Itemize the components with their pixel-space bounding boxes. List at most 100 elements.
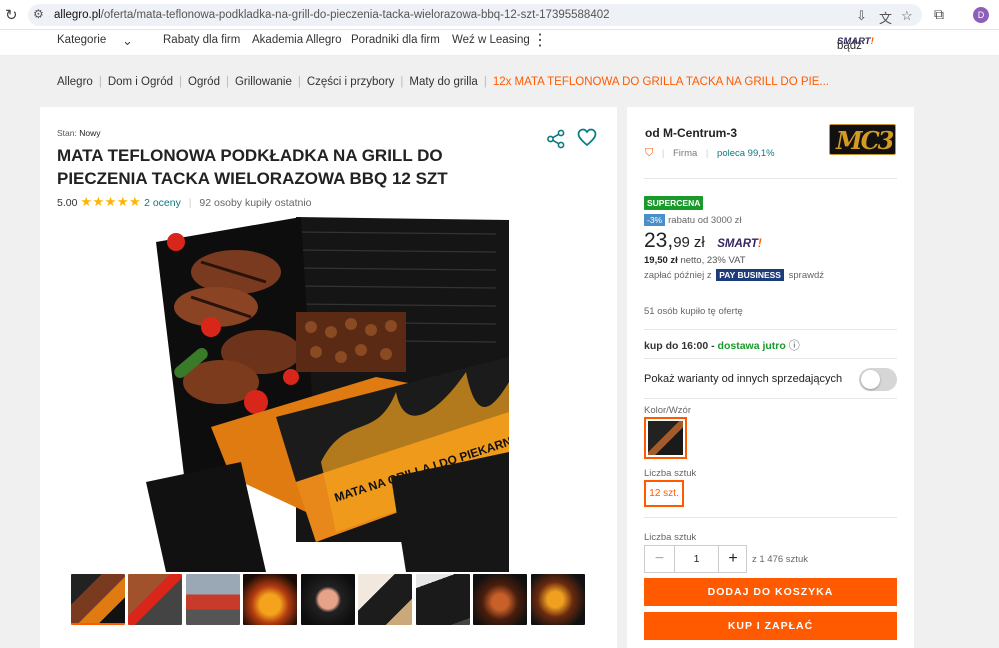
toggle-knob <box>861 370 880 389</box>
thumbnail[interactable] <box>416 574 470 625</box>
url-domain: allegro.pl <box>54 9 101 21</box>
quantity-input[interactable]: 1 <box>674 546 719 572</box>
profile-avatar[interactable]: D <box>973 7 989 23</box>
breadcrumb-item[interactable]: Ogród <box>188 76 220 88</box>
netto-value: 19,50 zł <box>644 255 678 266</box>
thumbnail[interactable] <box>128 574 182 625</box>
info-icon[interactable]: ⓘ <box>789 340 800 352</box>
reload-icon[interactable]: ↻ <box>5 6 18 24</box>
breadcrumb: Allegro | Dom i Ogród | Ogród | Grillowanie | Cz… <box>57 76 829 88</box>
install-icon[interactable]: ⇩ <box>856 8 867 24</box>
nav-item-poradniki[interactable]: Poradniki dla firm <box>351 34 440 46</box>
divider <box>644 517 897 518</box>
rating-row: 5.00 ★★★★★ 2 oceny | 92 osoby kupiły ost… <box>57 194 312 209</box>
thumbnail-strip <box>71 574 591 628</box>
delivery-green: dostawa jutro <box>717 340 786 352</box>
seller-type: Firma <box>673 148 698 159</box>
price: 23,99 zł SMART! <box>644 229 762 253</box>
extensions-icon[interactable]: ⧉ <box>934 6 944 23</box>
bookmark-star-icon[interactable]: ☆ <box>901 8 913 24</box>
condition-value: Nowy <box>79 128 101 138</box>
more-vertical-icon[interactable]: ⋮ <box>532 30 548 50</box>
site-info-icon[interactable]: ⚙ <box>33 7 44 21</box>
seller-logo-text: MC3 <box>836 126 894 155</box>
breadcrumb-item[interactable]: Grillowanie <box>235 76 292 88</box>
discount-text: rabatu od 3000 zł <box>668 215 742 226</box>
add-to-cart-button[interactable]: DODAJ DO KOSZYKA <box>644 578 897 606</box>
seller-meta: ⛉ | Firma | poleca 99,1% <box>645 147 775 159</box>
thumbnail[interactable] <box>531 574 585 625</box>
smart-badge: SMART! <box>717 238 762 250</box>
thumbnail[interactable] <box>243 574 297 625</box>
discount-info: -3% rabatu od 3000 zł <box>644 214 742 226</box>
thumbnail[interactable] <box>301 574 355 625</box>
color-swatch[interactable] <box>644 417 687 459</box>
product-title: MATA TEFLONOWA PODKŁADKA NA GRILL DO PIE… <box>57 146 448 188</box>
product-panel: Stan: Nowy MATA TEFLONOWA PODKŁADKA NA G… <box>40 107 617 648</box>
variants-label: Pokaż warianty od innych sprzedających <box>644 373 843 385</box>
plus-icon[interactable]: + <box>719 546 747 572</box>
pieces-option[interactable]: 12 szt. <box>644 480 684 507</box>
thumbnail[interactable] <box>186 574 240 625</box>
breadcrumb-item[interactable]: Części i przybory <box>307 76 395 88</box>
translate-icon[interactable]: 文 <box>879 8 892 27</box>
smart-exclaim-icon: ! <box>870 36 874 47</box>
discount-pct: -3% <box>644 214 666 226</box>
condition-label: Stan: <box>57 128 77 138</box>
nav-item-rabaty[interactable]: Rabaty dla firm <box>163 34 240 46</box>
shield-icon: ⛉ <box>645 147 654 159</box>
breadcrumb-item[interactable]: Dom i Ogród <box>108 76 173 88</box>
divider <box>644 398 897 399</box>
thumbnail[interactable] <box>358 574 412 625</box>
top-navigation: Kategorie ⌄ Rabaty dla firm Akademia All… <box>0 30 999 56</box>
divider <box>644 358 897 359</box>
nav-kategorie[interactable]: Kategorie <box>57 34 106 46</box>
chevron-down-icon[interactable]: ⌄ <box>122 33 133 49</box>
breadcrumb-item[interactable]: Maty do grilla <box>409 76 477 88</box>
netto-text: netto, 23% VAT <box>680 255 746 266</box>
url-text[interactable]: allegro.pl/oferta/mata-teflonowa-podklad… <box>54 9 610 21</box>
breadcrumb-item[interactable]: Allegro <box>57 76 93 88</box>
nav-item-leasing[interactable]: Weź w Leasing <box>452 34 530 46</box>
price-currency: zł <box>693 234 705 251</box>
seller-recommend[interactable]: poleca 99,1% <box>717 148 775 159</box>
badz-text: bądź <box>837 40 862 52</box>
supercena-badge: SUPERCENA <box>644 196 704 210</box>
divider <box>644 329 897 330</box>
price-decimal: 99 <box>673 234 690 251</box>
pay-business-badge: PAY BUSINESS <box>716 269 784 281</box>
buy-now-button[interactable]: KUP I ZAPŁAĆ <box>644 612 897 640</box>
heart-icon[interactable] <box>577 128 597 147</box>
smart-exclaim-icon: ! <box>757 238 762 250</box>
url-path: /oferta/mata-teflonowa-podkladka-na-gril… <box>100 9 610 21</box>
stock-info: z 1 476 sztuk <box>752 554 808 565</box>
pay-later: zapłać później z PAY BUSINESS sprawdź <box>644 269 824 281</box>
thumbnail[interactable] <box>71 574 125 625</box>
divider <box>644 178 897 179</box>
variants-toggle[interactable] <box>859 368 897 391</box>
ratings-link[interactable]: 2 oceny <box>144 197 181 209</box>
pieces-label: Liczba sztuk <box>644 468 697 479</box>
bought-count: 51 osób kupiło tę ofertę <box>644 306 743 317</box>
seller-logo[interactable]: MC3 <box>829 124 896 155</box>
address-bar[interactable]: ⚙ allegro.pl/oferta/mata-teflonowa-podkl… <box>28 4 922 26</box>
netto-price: 19,50 zł netto, 23% VAT <box>644 255 746 266</box>
minus-icon[interactable]: − <box>645 546 674 572</box>
main-product-image[interactable]: MATA NA GRILLA I DO PIEKARNIKA <box>146 212 509 572</box>
rating-stars: ★★★★★ <box>80 194 142 209</box>
nav-item-akademia[interactable]: Akademia Allegro <box>252 34 342 46</box>
paylater-pre: zapłać później z <box>644 270 712 281</box>
price-integer: 23, <box>644 229 674 252</box>
paylater-check-link[interactable]: sprawdź <box>789 270 824 281</box>
share-icon[interactable] <box>546 129 566 149</box>
qty-label: Liczba sztuk <box>644 532 697 543</box>
smart-label: SMART <box>717 238 758 250</box>
delivery-info: kup do 16:00 - dostawa jutro ⓘ <box>644 337 800 353</box>
rating-value: 5.00 <box>57 197 78 209</box>
quantity-stepper: − 1 + <box>644 545 747 573</box>
smart-link[interactable]: bądź SMART! <box>837 36 874 52</box>
thumbnail[interactable] <box>473 574 527 625</box>
seller-name[interactable]: od M-Centrum-3 <box>645 126 737 140</box>
condition: Stan: Nowy <box>57 128 101 138</box>
breadcrumb-current: 12x MATA TEFLONOWA DO GRILLA TACKA NA GR… <box>492 76 829 88</box>
